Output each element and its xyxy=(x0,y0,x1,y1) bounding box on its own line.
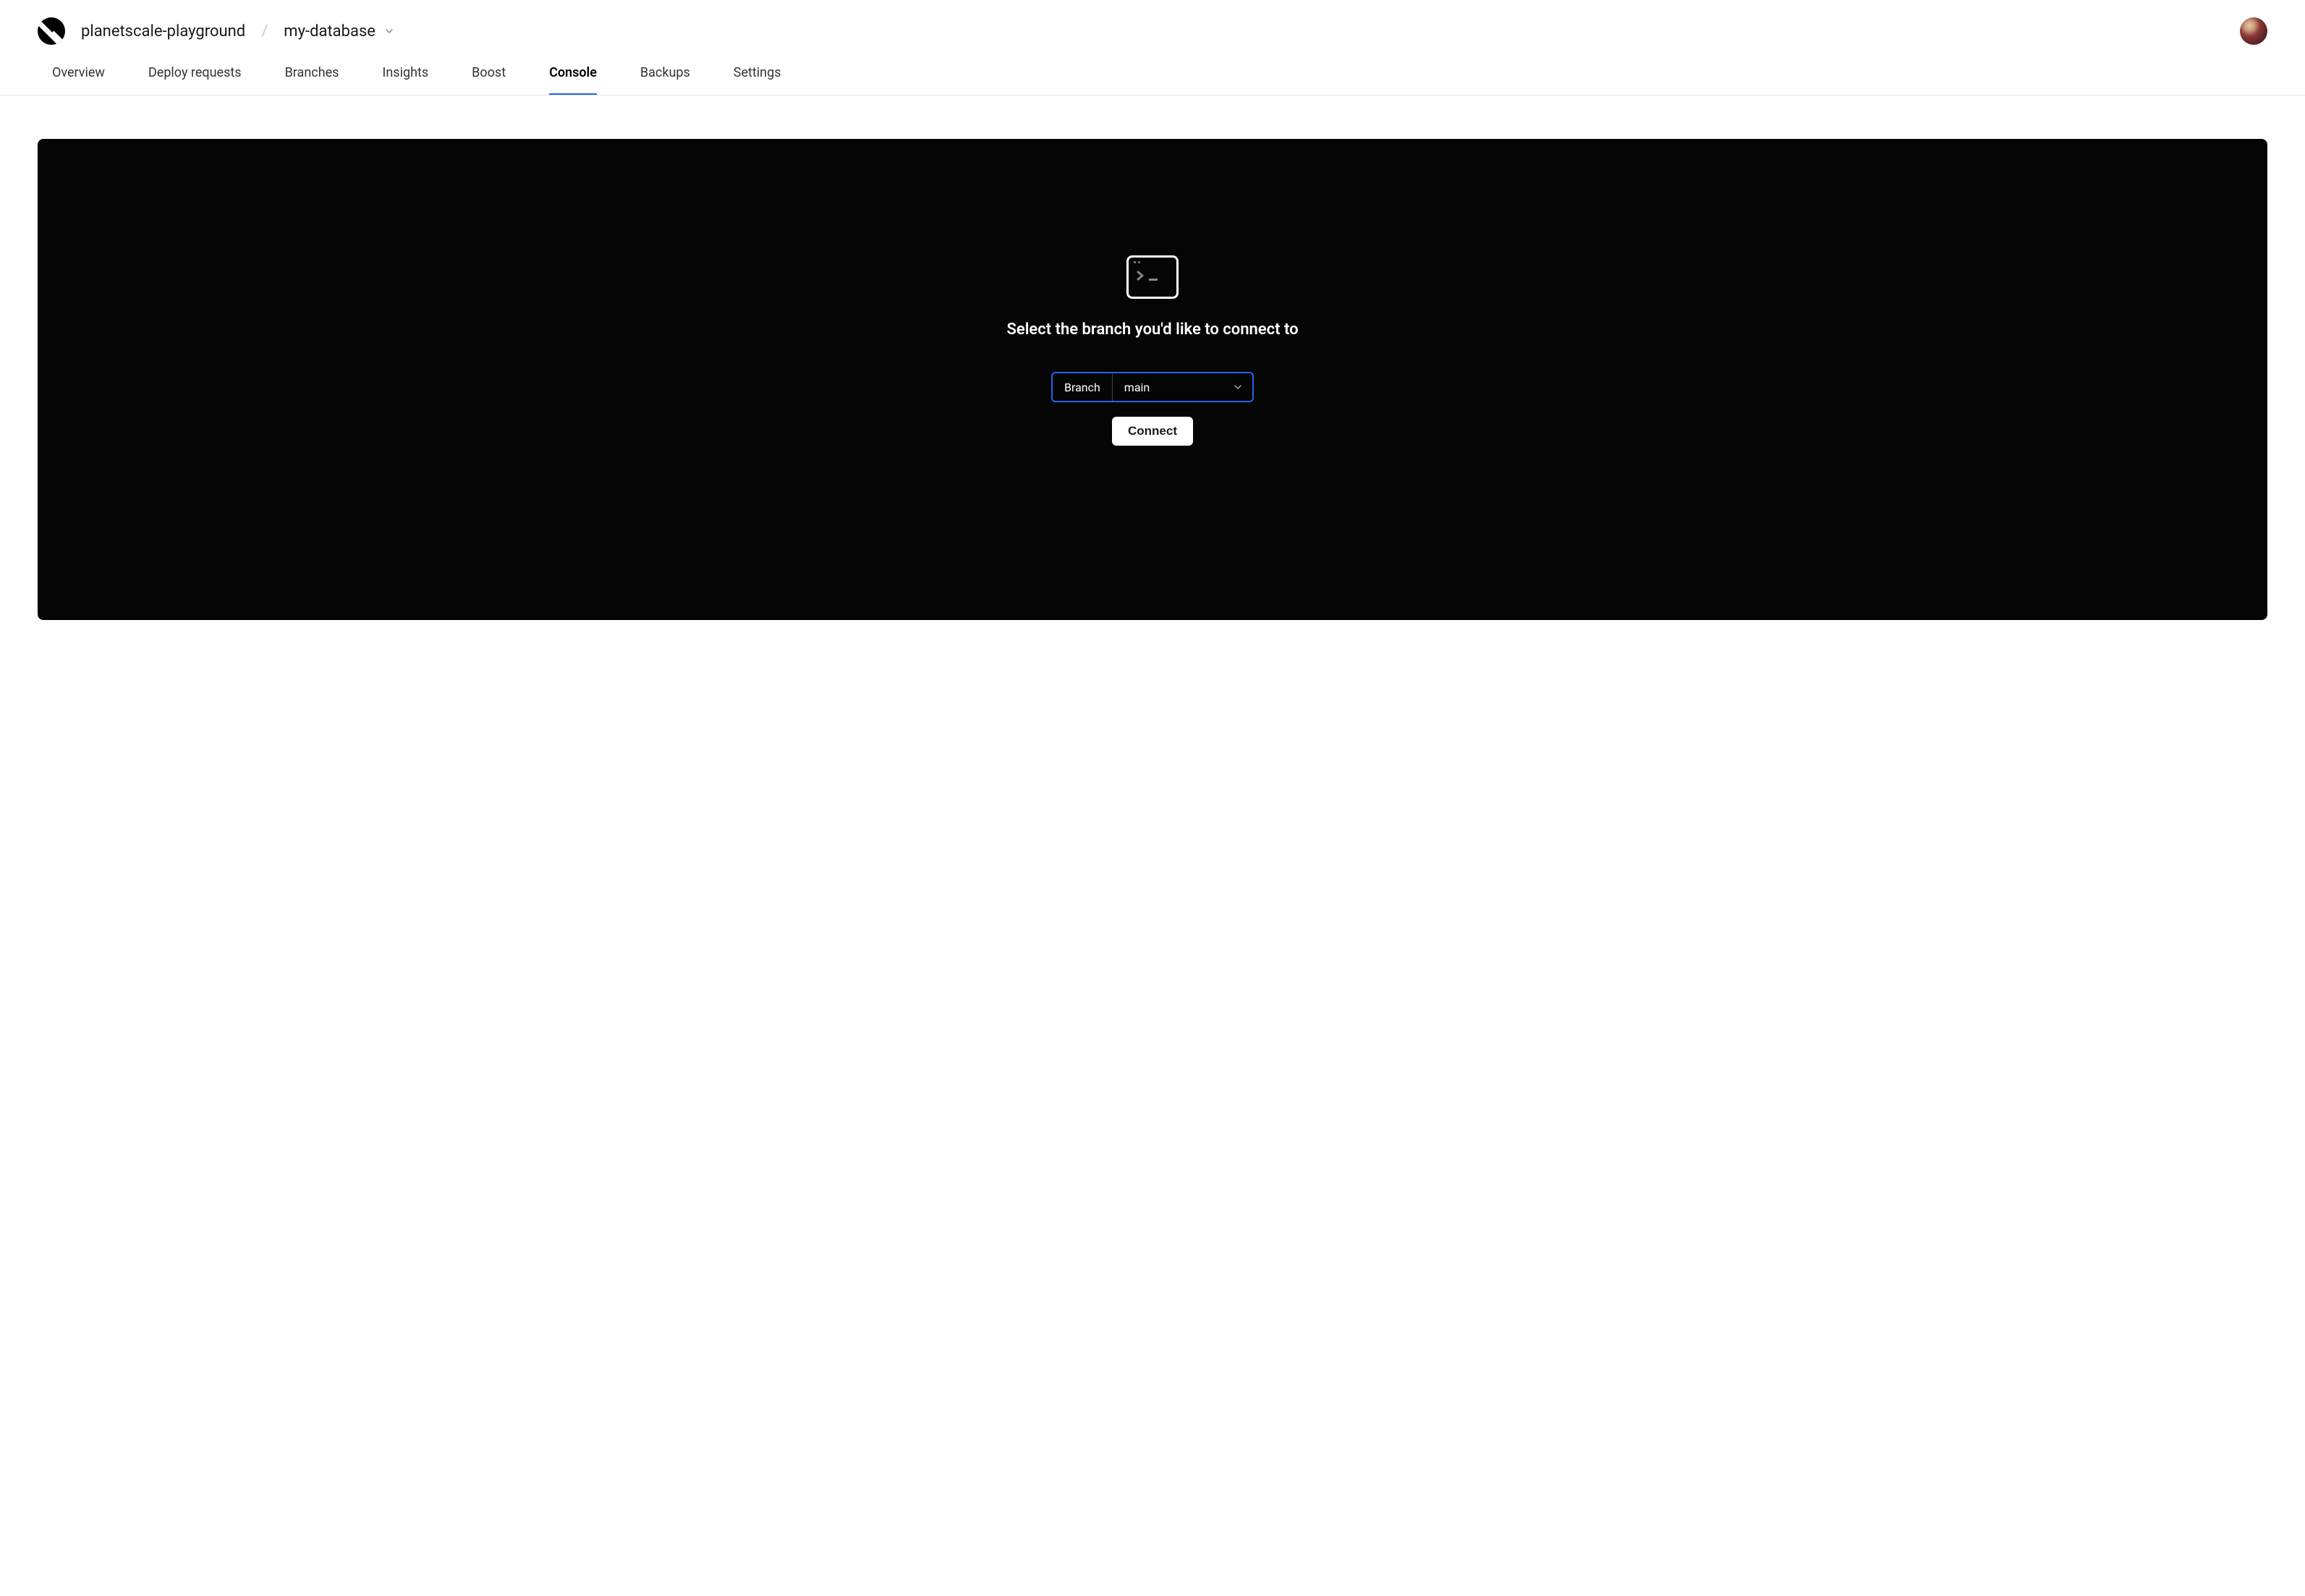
tab-deploy-requests[interactable]: Deploy requests xyxy=(148,65,242,95)
breadcrumb-org[interactable]: planetscale-playground xyxy=(81,22,245,41)
console-panel: Select the branch you'd like to connect … xyxy=(38,139,2267,620)
branch-selector-dropdown[interactable]: main xyxy=(1113,373,1252,401)
connect-button[interactable]: Connect xyxy=(1112,417,1193,446)
breadcrumb-row: planetscale-playground / my-database xyxy=(38,17,2267,45)
branch-selector-value: main xyxy=(1124,381,1150,394)
breadcrumb-database-dropdown[interactable]: my-database xyxy=(284,22,394,41)
main-content: Select the branch you'd like to connect … xyxy=(0,95,2305,663)
console-heading: Select the branch you'd like to connect … xyxy=(1006,321,1298,339)
chevron-down-icon xyxy=(1234,381,1242,394)
tab-insights[interactable]: Insights xyxy=(382,65,428,95)
tab-overview[interactable]: Overview xyxy=(52,65,105,95)
tabs-nav: Overview Deploy requests Branches Insigh… xyxy=(0,65,2305,95)
tab-backups[interactable]: Backups xyxy=(640,65,690,95)
terminal-icon xyxy=(1126,255,1179,299)
tab-branches[interactable]: Branches xyxy=(285,65,339,95)
breadcrumb: planetscale-playground / my-database xyxy=(38,17,394,45)
console-connect-prompt: Select the branch you'd like to connect … xyxy=(1006,255,1298,446)
chevron-down-icon xyxy=(384,26,394,36)
breadcrumb-database-name: my-database xyxy=(284,22,375,41)
branch-selector: Branch main xyxy=(1051,372,1254,402)
tab-console[interactable]: Console xyxy=(549,65,597,95)
tab-settings[interactable]: Settings xyxy=(734,65,781,95)
breadcrumb-separator: / xyxy=(261,22,268,41)
planetscale-logo-icon[interactable] xyxy=(38,17,65,45)
branch-selector-label: Branch xyxy=(1053,373,1113,401)
tab-boost[interactable]: Boost xyxy=(472,65,506,95)
user-avatar[interactable] xyxy=(2240,17,2267,45)
